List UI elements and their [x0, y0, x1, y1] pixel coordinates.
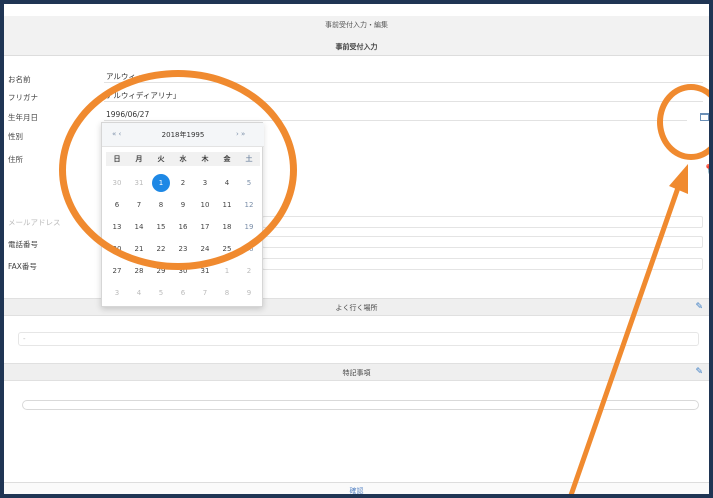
remarks-textarea[interactable] — [22, 400, 699, 410]
footer-bar: 確認 — [4, 482, 709, 494]
page-header: 事前受付入力・編集 事前受付入力 — [4, 16, 709, 56]
gender-label: 性別 — [8, 132, 23, 141]
fax-label: FAX番号 — [8, 262, 37, 271]
date-cell[interactable]: 3 — [106, 286, 128, 300]
section-remarks: 特記事項 ✎ — [4, 363, 709, 381]
map-pin-icon[interactable]: 📍 — [703, 165, 709, 175]
section-remarks-title: 特記事項 — [342, 369, 371, 377]
date-cell[interactable]: 4 — [128, 286, 150, 300]
annotation-circle-calendar — [59, 70, 297, 270]
email-label: メールアドレス — [8, 218, 61, 227]
date-cell[interactable]: 27 — [106, 264, 128, 278]
page-title: 事前受付入力・編集 — [325, 21, 388, 29]
fax-input[interactable] — [262, 258, 703, 270]
app-window: 事前受付入力・編集 事前受付入力 お名前 アルウィ・・・・ フリガナ アルウィデ… — [0, 0, 713, 498]
email-input[interactable] — [262, 216, 703, 228]
pencil-icon[interactable]: ✎ — [695, 302, 703, 312]
pencil-icon[interactable]: ✎ — [695, 367, 703, 377]
page-subtitle: 事前受付入力 — [335, 43, 378, 51]
frequent-place-field[interactable]: - — [18, 332, 699, 346]
birthdate-label: 生年月日 — [8, 113, 38, 122]
phone-input[interactable] — [262, 236, 703, 248]
date-cell[interactable]: 1 — [216, 264, 238, 278]
address-label: 住所 — [8, 155, 23, 164]
date-cell[interactable]: 2 — [238, 264, 260, 278]
date-cell[interactable]: 6 — [172, 286, 194, 300]
date-cell[interactable]: 8 — [216, 286, 238, 300]
submit-button[interactable]: 確認 — [4, 486, 709, 494]
kana-label: フリガナ — [8, 93, 38, 102]
date-cell[interactable]: 7 — [194, 286, 216, 300]
date-cell[interactable]: 9 — [238, 286, 260, 300]
annotation-circle-icon — [657, 84, 709, 160]
name-label: お名前 — [8, 75, 31, 84]
date-cell[interactable]: 5 — [150, 286, 172, 300]
phone-label: 電話番号 — [8, 240, 38, 249]
